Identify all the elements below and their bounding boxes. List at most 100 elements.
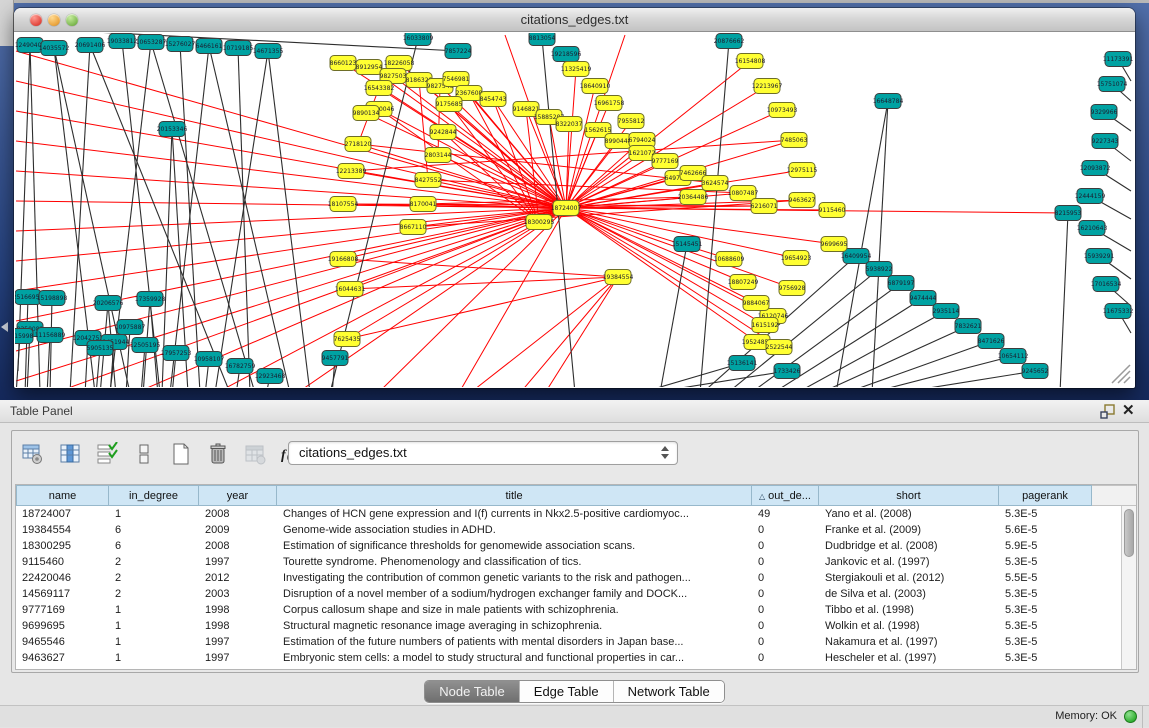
table-cell[interactable]: 9465546 <box>16 634 109 650</box>
graph-edge[interactable] <box>347 277 618 339</box>
memory-status-indicator[interactable] <box>1124 710 1137 723</box>
table-cell[interactable]: 1 <box>109 618 199 634</box>
graph-node[interactable]: 9329966 <box>1091 105 1118 120</box>
graph-node[interactable]: 2803144 <box>425 148 452 163</box>
table-cell[interactable]: 5.3E-5 <box>999 554 1092 570</box>
graph-node[interactable]: 9777169 <box>652 154 679 169</box>
graph-node[interactable]: 9457791 <box>322 351 349 366</box>
table-cell[interactable]: Tourette syndrome. Phenomenology and cla… <box>277 554 752 570</box>
tab-node-table[interactable]: Node Table <box>425 681 520 702</box>
graph-edge[interactable] <box>419 80 428 180</box>
table-cell[interactable]: Disruption of a novel member of a sodium… <box>277 586 752 602</box>
table-cell[interactable]: 0 <box>752 586 819 602</box>
network-graph-canvas[interactable]: 1249040414035572206914061903381210653287… <box>15 33 1134 387</box>
graph-node[interactable]: 8454743 <box>480 92 507 107</box>
graph-node[interactable]: 9242844 <box>430 125 457 140</box>
table-cell[interactable]: 1997 <box>199 554 277 570</box>
graph-node[interactable]: 8322037 <box>556 117 583 132</box>
graph-node[interactable]: 17957253 <box>161 346 192 361</box>
graph-node[interactable]: 18107554 <box>328 197 359 212</box>
graph-node[interactable]: 11325419 <box>561 62 592 77</box>
graph-node[interactable]: 8667110 <box>400 220 427 235</box>
graph-node[interactable]: 15145451 <box>672 237 703 252</box>
graph-node[interactable]: 18807249 <box>728 275 759 290</box>
graph-node[interactable]: 3624574 <box>702 176 729 191</box>
graph-node[interactable]: 15751074 <box>1097 77 1128 92</box>
graph-edge[interactable] <box>16 111 566 208</box>
table-cell[interactable]: 1997 <box>199 634 277 650</box>
graph-node[interactable]: 5938922 <box>866 262 893 277</box>
graph-node[interactable]: 3915998 <box>15 329 34 344</box>
graph-node[interactable]: 9463627 <box>789 193 816 208</box>
graph-node[interactable]: 16543382 <box>364 81 395 96</box>
graph-node[interactable]: 6879197 <box>888 276 915 291</box>
graph-node[interactable]: 2718120 <box>345 137 372 152</box>
table-cell[interactable]: 14569117 <box>16 586 109 602</box>
table-row[interactable]: 2242004622012Investigating the contribut… <box>16 570 1122 586</box>
graph-node[interactable]: 7546981 <box>443 72 470 87</box>
graph-node[interactable]: 19166808 <box>328 252 359 267</box>
graph-node[interactable]: 12444159 <box>1075 189 1106 204</box>
window-minimize-button[interactable] <box>48 14 60 26</box>
graph-node[interactable]: 18640910 <box>580 79 611 94</box>
graph-node[interactable]: 20876662 <box>714 34 745 49</box>
table-selector-dropdown[interactable]: citations_edges.txt <box>288 441 678 465</box>
table-cell[interactable]: 1998 <box>199 602 277 618</box>
table-cell[interactable]: 9699695 <box>16 618 109 634</box>
table-cell[interactable]: 9115460 <box>16 554 109 570</box>
table-cell[interactable]: 0 <box>752 538 819 554</box>
table-cell[interactable]: 5.3E-5 <box>999 634 1092 650</box>
graph-node[interactable]: 8170041 <box>410 197 437 212</box>
graph-edge[interactable] <box>840 341 991 387</box>
graph-node[interactable]: 10654112 <box>998 349 1029 364</box>
table-cell[interactable]: de Silva et al. (2003) <box>819 586 999 602</box>
graph-hub-node[interactable]: 18724007 <box>551 201 582 216</box>
graph-node[interactable]: 19218596 <box>551 47 582 62</box>
table-cell[interactable]: 0 <box>752 650 819 666</box>
graph-node[interactable]: 6216071 <box>751 199 778 214</box>
graph-node[interactable]: 14671355 <box>253 44 284 59</box>
graph-node[interactable]: 16782759 <box>225 359 256 374</box>
table-row[interactable]: 1938455462009Genome-wide association stu… <box>16 522 1122 538</box>
graph-node[interactable]: 16961758 <box>594 96 625 111</box>
table-cell[interactable]: Yano et al. (2008) <box>819 506 999 522</box>
graph-node[interactable]: 11675332 <box>1103 304 1134 319</box>
table-cell[interactable]: Stergiakouli et al. (2012) <box>819 570 999 586</box>
table-row[interactable]: 946362711997Embryonic stem cells: a mode… <box>16 650 1122 666</box>
column-header-out_de[interactable]: △out_de... <box>752 485 819 506</box>
table-cell[interactable]: 5.9E-5 <box>999 538 1092 554</box>
table-cell[interactable]: Embryonic stem cells: a model to study s… <box>277 650 752 666</box>
graph-node[interactable]: 7857224 <box>445 44 472 59</box>
graph-edge[interactable] <box>122 41 160 387</box>
graph-node[interactable]: 8912954 <box>356 60 383 75</box>
table-cell[interactable]: Tibbo et al. (1998) <box>819 602 999 618</box>
table-row[interactable]: 977716911998Corpus callosum shape and si… <box>16 602 1122 618</box>
table-cell[interactable]: 5.3E-5 <box>999 586 1092 602</box>
graph-edge[interactable] <box>16 208 566 351</box>
show-column-icon[interactable] <box>57 441 83 467</box>
graph-node[interactable]: 15136141 <box>727 356 758 371</box>
table-cell[interactable]: 1 <box>109 634 199 650</box>
graph-node[interactable]: 8990448 <box>605 134 632 149</box>
graph-node[interactable]: 14035572 <box>39 41 70 56</box>
graph-node[interactable]: 20691406 <box>75 38 106 53</box>
graph-node[interactable]: 16648784 <box>873 94 904 109</box>
graph-node[interactable]: 11156889 <box>35 328 66 343</box>
graph-node[interactable]: 9890134 <box>353 106 380 121</box>
graph-node[interactable]: 10653287 <box>136 35 167 50</box>
column-header-pagerank[interactable]: pagerank <box>999 485 1092 506</box>
graph-node[interactable]: 5905135 <box>87 341 114 356</box>
graph-node[interactable]: 10975887 <box>115 320 146 335</box>
graph-node[interactable]: 9227343 <box>1092 134 1119 149</box>
table-row[interactable]: 1872400712008Changes of HCN gene express… <box>16 506 1122 522</box>
graph-edge[interactable] <box>700 41 729 387</box>
graph-node[interactable]: 7832621 <box>955 319 982 334</box>
table-cell[interactable]: 22420046 <box>16 570 109 586</box>
scrollbar-thumb[interactable] <box>1124 509 1134 557</box>
graph-node[interactable]: 7485063 <box>781 133 808 148</box>
graph-edge[interactable] <box>793 311 946 387</box>
graph-edge[interactable] <box>238 48 250 387</box>
graph-node[interactable]: 16210643 <box>1077 221 1108 236</box>
graph-node[interactable]: 12213967 <box>752 79 783 94</box>
table-cell[interactable]: 18300295 <box>16 538 109 554</box>
